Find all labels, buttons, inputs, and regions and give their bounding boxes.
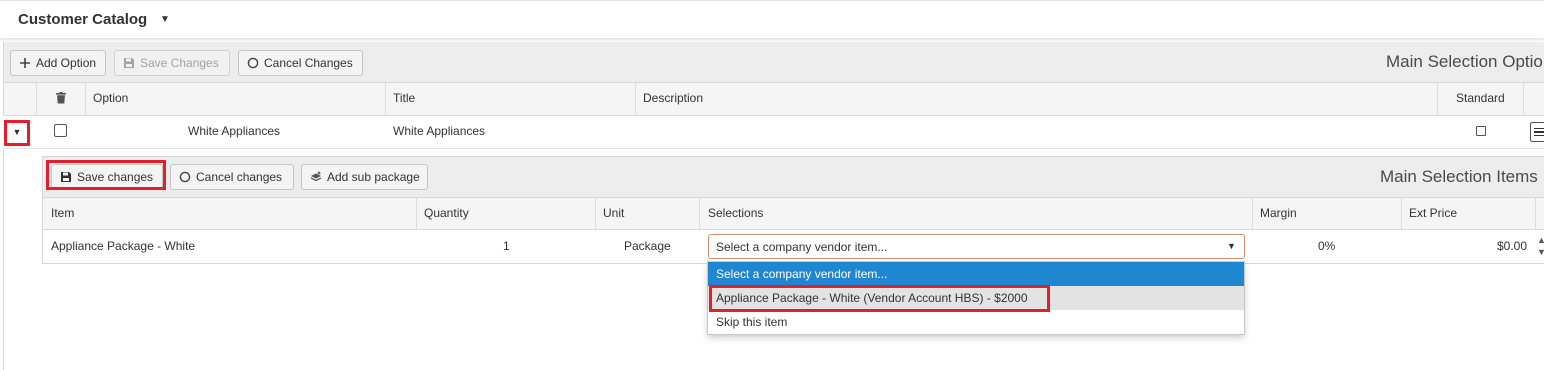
margin-value: 0% (1318, 239, 1336, 253)
add-sub-package-button[interactable]: Add sub package (301, 164, 428, 190)
scroll-stepper-icon[interactable]: ▲ ▼ (1537, 234, 1544, 258)
row-select-checkbox[interactable] (54, 124, 67, 137)
standard-checkbox[interactable] (1476, 126, 1486, 136)
items-grid-header (42, 198, 1544, 230)
options-grid-header (3, 83, 1544, 116)
options-toolbar (3, 42, 1544, 83)
column-header-margin[interactable]: Margin (1260, 206, 1297, 220)
column-header-ext-price[interactable]: Ext Price (1409, 206, 1457, 220)
add-sub-package-label: Add sub package (327, 170, 420, 184)
page-header: Customer Catalog ▼ (0, 0, 1544, 38)
cancel-changes-button[interactable]: Cancel Changes (238, 50, 363, 76)
column-header-item[interactable]: Item (51, 206, 74, 220)
item-value: Appliance Package - White (51, 239, 196, 253)
column-header-selections[interactable]: Selections (708, 206, 763, 220)
row-option-value: White Appliances (188, 124, 281, 138)
highlight-box (46, 160, 166, 190)
detail-cancel-changes-button[interactable]: Cancel changes (170, 164, 294, 190)
chevron-down-icon: ▼ (1227, 241, 1236, 251)
ext-price-value: $0.00 (1497, 239, 1528, 253)
detail-section-title: Main Selection Items (1380, 167, 1538, 186)
save-changes-button[interactable]: Save Changes (114, 50, 230, 76)
quantity-value[interactable]: 1 (503, 239, 510, 253)
add-option-label: Add Option (36, 56, 97, 70)
save-icon (123, 57, 135, 69)
chevron-down-icon[interactable]: ▼ (160, 14, 170, 25)
row-title-value: White Appliances (393, 124, 486, 138)
section-title: Main Selection Optio (1386, 52, 1543, 71)
column-header-description[interactable]: Description (643, 91, 703, 105)
highlight-box (4, 120, 30, 146)
cancel-icon (179, 171, 191, 183)
unit-value: Package (624, 239, 671, 253)
highlight-box (709, 285, 1050, 312)
column-header-option[interactable]: Option (93, 91, 128, 105)
dropdown-option-skip[interactable]: Skip this item (708, 310, 1244, 334)
detail-cancel-changes-label: Cancel changes (196, 170, 283, 184)
column-header-standard[interactable]: Standard (1456, 91, 1505, 105)
page-title[interactable]: Customer Catalog (18, 11, 147, 28)
row-menu-button[interactable] (1530, 122, 1544, 142)
add-layers-icon (310, 171, 322, 183)
cancel-icon (247, 57, 259, 69)
column-header-title[interactable]: Title (393, 91, 415, 105)
trash-icon[interactable] (55, 92, 67, 104)
save-changes-label: Save Changes (140, 56, 219, 70)
column-header-quantity[interactable]: Quantity (424, 206, 469, 220)
vendor-item-select[interactable]: Select a company vendor item... ▼ (708, 234, 1245, 259)
cancel-changes-label: Cancel Changes (264, 56, 353, 70)
vendor-item-select-value: Select a company vendor item... (716, 240, 888, 254)
column-header-unit[interactable]: Unit (603, 206, 624, 220)
add-option-button[interactable]: Add Option (10, 50, 106, 76)
plus-icon (19, 57, 31, 69)
dropdown-option-placeholder[interactable]: Select a company vendor item... (708, 262, 1244, 286)
